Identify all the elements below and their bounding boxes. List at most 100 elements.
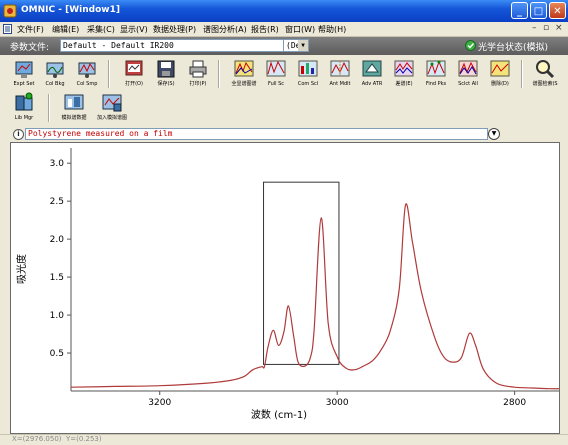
- parameter-bar: 参数文件: Default - Default IR200 (De ▼ 光学台状…: [0, 37, 568, 55]
- com-scale-label: Com Scl: [297, 81, 319, 87]
- collect-sample-icon: [78, 62, 96, 78]
- print-icon: [189, 60, 207, 78]
- menu-process[interactable]: 数据处理(P): [153, 24, 196, 35]
- add-simulated-icon: [102, 94, 122, 112]
- mdi-minimize-button[interactable]: –: [532, 23, 537, 33]
- collect-sample-label: Col Smp: [76, 81, 98, 87]
- title-bar: OMNIC - [Window1] _ □ ✕: [0, 0, 568, 22]
- select-all-icon: [458, 60, 478, 77]
- toolbar-separator: [48, 94, 50, 122]
- toolbar: Expt Set Col Bkg Col Smp 打开(O) 保存(S) 打印(…: [0, 56, 568, 126]
- x-tick-label: 3000: [326, 398, 349, 408]
- subtract-icon: [394, 60, 414, 77]
- spectrum-title-field[interactable]: Polystyrene measured on a film: [25, 128, 488, 140]
- menu-window[interactable]: 窗口(W): [285, 24, 315, 35]
- find-peaks-button[interactable]: Find Pks: [418, 58, 454, 92]
- y-tick-label: 1.5: [50, 273, 64, 283]
- library-manager-button[interactable]: Lib Mgr: [6, 92, 42, 126]
- selection-box[interactable]: [263, 181, 340, 365]
- info-icon[interactable]: i: [13, 129, 24, 140]
- parameter-file-label: 参数文件:: [10, 43, 50, 53]
- collect-background-label: Col Bkg: [45, 81, 65, 87]
- annotate-button[interactable]: Ant Mdlt: [322, 58, 358, 92]
- search-icon: [536, 60, 555, 79]
- com-scale-button[interactable]: Com Scl: [290, 58, 326, 92]
- save-icon: [157, 60, 175, 78]
- minimize-button[interactable]: _: [511, 2, 528, 19]
- simulate-data-icon: [64, 94, 84, 110]
- find-peaks-label: Find Pks: [425, 81, 447, 87]
- atr-icon: [362, 60, 382, 77]
- annotate-label: Ant Mdlt: [329, 81, 351, 87]
- menu-edit[interactable]: 编辑(E): [52, 24, 79, 35]
- find-peaks-icon: [426, 60, 446, 77]
- status-bar: X=(2976.050) Y=(0.253): [0, 434, 568, 445]
- mdi-close-button[interactable]: ×: [555, 23, 563, 33]
- y-tick-label: 1.0: [50, 311, 65, 321]
- full-scale-label: Full Sc: [267, 81, 285, 87]
- common-scale-icon: [234, 60, 254, 77]
- parameter-secondary-select[interactable]: (De ▼: [283, 39, 309, 52]
- select-all-label: Sclct All: [458, 81, 478, 87]
- menu-report[interactable]: 报告(R): [251, 24, 279, 35]
- toolbar-separator: [218, 60, 220, 88]
- bench-status-icon: [465, 40, 476, 51]
- spectrum-window[interactable]: 0.5 1.0 1.5 2.0 2.5 3.0 3200 3000 2800 波数 (cm-1…: [10, 142, 560, 434]
- collect-background-button[interactable]: Col Bkg: [37, 58, 73, 92]
- spectrum-plot[interactable]: 0.5 1.0 1.5 2.0 2.5 3.0 3200 3000 2800 波数 (cm-1…: [11, 143, 560, 433]
- spectrum-line: [70, 203, 560, 390]
- simulate-data-button[interactable]: 模拟谱数据: [56, 92, 92, 126]
- y-tick-label: 3.0: [50, 159, 65, 169]
- y-tick-label: 2.0: [50, 235, 65, 245]
- library-search-button[interactable]: 谱图检索(S: [527, 58, 563, 92]
- full-scale-icon: [266, 60, 286, 77]
- y-ticks: 0.5 1.0 1.5 2.0 2.5 3.0: [50, 159, 71, 359]
- maximize-button[interactable]: □: [530, 2, 547, 19]
- delete-button[interactable]: 删除(D): [482, 58, 518, 92]
- add-simulated-button[interactable]: 加入模拟谱图: [94, 92, 130, 126]
- open-button[interactable]: 打开(O): [116, 58, 152, 92]
- spectrum-title-row: i Polystyrene measured on a film ▼: [0, 127, 568, 141]
- annotate-icon: [330, 60, 350, 77]
- common-scale-button[interactable]: 全显谱图谱: [226, 58, 262, 92]
- y-axis-label: 吸光度: [15, 254, 28, 284]
- library-manager-label: Lib Mgr: [14, 115, 34, 121]
- library-manager-icon: [15, 92, 33, 111]
- menu-file[interactable]: 文件(F): [17, 24, 44, 35]
- parameter-file-select[interactable]: Default - Default IR200: [60, 39, 292, 52]
- full-scale-button[interactable]: Full Sc: [258, 58, 294, 92]
- delete-label: 删除(D): [491, 81, 509, 87]
- bench-status-text: 光学台状态(模拟): [478, 43, 549, 53]
- app-icon: [3, 4, 17, 18]
- menu-view[interactable]: 显示(V): [120, 24, 148, 35]
- chevron-down-icon[interactable]: ▼: [488, 128, 500, 140]
- parameter-file-value: Default - Default IR200: [63, 41, 174, 50]
- close-button[interactable]: ✕: [549, 2, 566, 19]
- mdi-restore-button[interactable]: ▫: [543, 23, 549, 33]
- subtract-label: 差谱(E): [395, 81, 413, 87]
- add-simulated-label: 加入模拟谱图: [96, 115, 127, 121]
- com-scale-icon: [298, 60, 318, 77]
- menu-bar: 文件(F) 编辑(E) 采集(C) 显示(V) 数据处理(P) 谱图分析(A) …: [0, 22, 568, 37]
- y-tick-label: 0.5: [50, 349, 64, 359]
- x-tick-label: 2800: [503, 398, 526, 408]
- atr-label: Adv ATR: [361, 81, 383, 87]
- toolbar-separator: [521, 60, 523, 88]
- print-button[interactable]: 打印(P): [180, 58, 216, 92]
- collect-background-icon: [46, 62, 64, 78]
- x-tick-label: 3200: [148, 398, 171, 408]
- chevron-down-icon[interactable]: ▼: [298, 40, 308, 51]
- menu-analyze[interactable]: 谱图分析(A): [203, 24, 247, 35]
- document-icon[interactable]: [3, 24, 12, 34]
- save-button[interactable]: 保存(S): [148, 58, 184, 92]
- print-label: 打印(P): [189, 81, 207, 87]
- collect-sample-button[interactable]: Col Smp: [69, 58, 105, 92]
- save-label: 保存(S): [157, 81, 175, 87]
- subtract-button[interactable]: 差谱(E): [386, 58, 422, 92]
- menu-collect[interactable]: 采集(C): [87, 24, 115, 35]
- x-ticks: 3200 3000 2800: [148, 391, 526, 408]
- atr-button[interactable]: Adv ATR: [354, 58, 390, 92]
- menu-help[interactable]: 帮助(H): [318, 24, 346, 35]
- y-tick-label: 2.5: [50, 197, 64, 207]
- select-all-button[interactable]: Sclct All: [450, 58, 486, 92]
